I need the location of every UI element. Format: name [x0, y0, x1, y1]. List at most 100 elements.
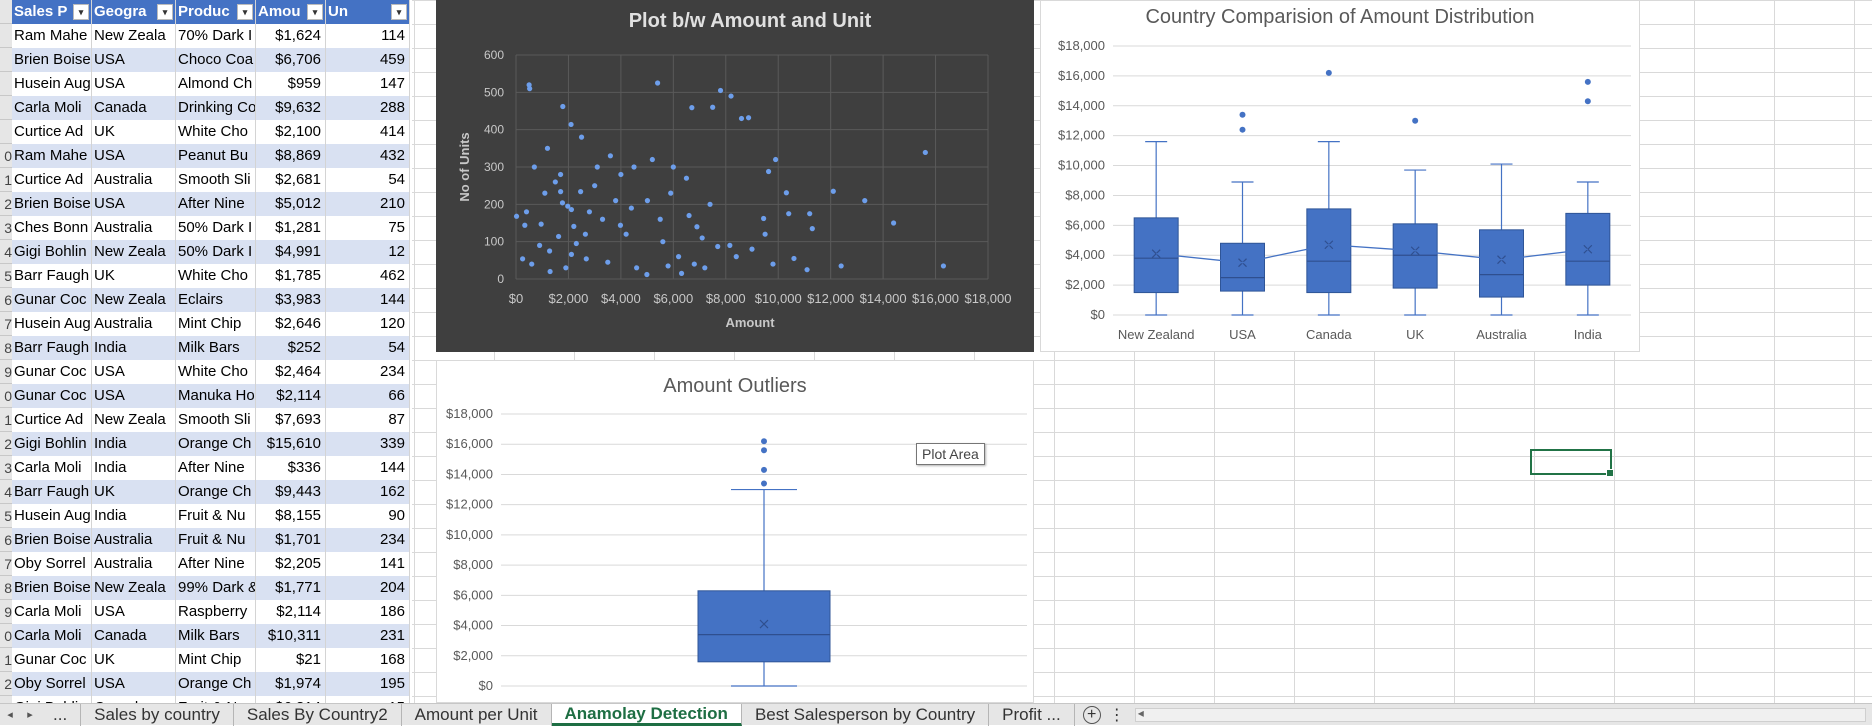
table-cell[interactable]: Fruit & Nu	[176, 696, 256, 703]
row-header[interactable]: 1	[0, 168, 12, 192]
table-cell[interactable]: $1,701	[256, 528, 326, 552]
table-cell[interactable]: White Cho	[176, 120, 256, 144]
scatter-chart[interactable]: Plot b/w Amount and Unit 0 100 200 300 400 50…	[436, 0, 1034, 352]
table-cell[interactable]: $1,974	[256, 672, 326, 696]
sheet-tab[interactable]: Profit ...	[989, 703, 1075, 726]
table-cell[interactable]: 114	[326, 24, 410, 48]
table-header-cell[interactable]: Geogra ▾	[92, 0, 176, 24]
table-cell[interactable]: 186	[326, 600, 410, 624]
table-header-cell[interactable]: Un ▾	[326, 0, 410, 24]
table-cell[interactable]: Smooth Sli	[176, 168, 256, 192]
table-cell[interactable]: 459	[326, 48, 410, 72]
table-cell[interactable]: Australia	[92, 168, 176, 192]
table-cell[interactable]: Barr Faugh	[12, 264, 92, 288]
table-cell[interactable]: India	[92, 432, 176, 456]
table-cell[interactable]: 432	[326, 144, 410, 168]
row-header[interactable]: 4	[0, 240, 12, 264]
row-header[interactable]: 0	[0, 624, 12, 648]
table-cell[interactable]: Orange Ch	[176, 432, 256, 456]
sheet-tab[interactable]: Best Salesperson by Country	[742, 703, 990, 726]
table-cell[interactable]: 210	[326, 192, 410, 216]
table-cell[interactable]: 90	[326, 504, 410, 528]
table-header-cell[interactable]: Sales P ▾	[12, 0, 92, 24]
table-cell[interactable]: Ram Mahe	[12, 144, 92, 168]
table-cell[interactable]: Canada	[92, 624, 176, 648]
amount-outliers-chart[interactable]: Amount Outliers $0 $2,000 $4,000 $6,000 $8,0…	[436, 360, 1034, 713]
sheet-tab[interactable]: Sales by country	[81, 703, 234, 726]
row-header[interactable]: 6	[0, 528, 12, 552]
row-header[interactable]: 3	[0, 456, 12, 480]
row-header[interactable]: 1	[0, 648, 12, 672]
tab-scroll-left-icon[interactable]: ◂	[0, 708, 20, 721]
table-cell[interactable]: $336	[256, 456, 326, 480]
table-cell[interactable]: Mint Chip	[176, 648, 256, 672]
table-cell[interactable]: $1,771	[256, 576, 326, 600]
table-cell[interactable]: 50% Dark I	[176, 216, 256, 240]
table-cell[interactable]: Fruit & Nu	[176, 528, 256, 552]
table-cell[interactable]: Orange Ch	[176, 480, 256, 504]
table-cell[interactable]: Gigi Bohlin	[12, 240, 92, 264]
table-cell[interactable]: 54	[326, 168, 410, 192]
table-cell[interactable]: Australia	[92, 528, 176, 552]
table-cell[interactable]: 414	[326, 120, 410, 144]
sheet-tab[interactable]: Sales By Country2	[234, 703, 402, 726]
table-cell[interactable]: 75	[326, 216, 410, 240]
row-header[interactable]: 5	[0, 264, 12, 288]
table-cell[interactable]: Almond Ch	[176, 72, 256, 96]
row-header[interactable]	[0, 48, 12, 72]
table-cell[interactable]: Milk Bars	[176, 624, 256, 648]
table-cell[interactable]: White Cho	[176, 360, 256, 384]
table-cell[interactable]: Drinking Co	[176, 96, 256, 120]
table-cell[interactable]: Brien Boise	[12, 48, 92, 72]
table-cell[interactable]: Ches Bonn	[12, 216, 92, 240]
table-cell[interactable]: 168	[326, 648, 410, 672]
table-cell[interactable]: Choco Coa	[176, 48, 256, 72]
row-header[interactable]	[0, 72, 12, 96]
table-cell[interactable]: 15	[326, 696, 410, 703]
table-cell[interactable]: USA	[92, 360, 176, 384]
table-cell[interactable]: $2,114	[256, 384, 326, 408]
table-cell[interactable]: USA	[92, 48, 176, 72]
table-cell[interactable]: Gunar Coc	[12, 288, 92, 312]
row-header[interactable]: 0	[0, 384, 12, 408]
table-cell[interactable]: New Zeala	[92, 576, 176, 600]
table-cell[interactable]: Ram Mahe	[12, 24, 92, 48]
table-cell[interactable]: Curtice Ad	[12, 168, 92, 192]
table-cell[interactable]: $9,443	[256, 480, 326, 504]
row-header[interactable]: 9	[0, 600, 12, 624]
table-cell[interactable]: 288	[326, 96, 410, 120]
filter-dropdown-icon[interactable]: ▾	[307, 4, 323, 20]
table-cell[interactable]: Barr Faugh	[12, 336, 92, 360]
table-cell[interactable]: Oby Sorrel	[12, 552, 92, 576]
table-cell[interactable]: 87	[326, 408, 410, 432]
row-header[interactable]: 2	[0, 192, 12, 216]
table-cell[interactable]: $8,155	[256, 504, 326, 528]
table-cell[interactable]: $2,114	[256, 600, 326, 624]
row-header[interactable]: 8	[0, 336, 12, 360]
horizontal-scrollbar[interactable]	[1134, 706, 1866, 722]
table-cell[interactable]: New Zeala	[92, 240, 176, 264]
row-header[interactable]	[0, 696, 12, 703]
sheet-tab[interactable]: Amount per Unit	[402, 703, 552, 726]
table-cell[interactable]: 231	[326, 624, 410, 648]
table-cell[interactable]: Carla Moli	[12, 624, 92, 648]
table-cell[interactable]: After Nine	[176, 456, 256, 480]
table-cell[interactable]: New Zeala	[92, 24, 176, 48]
tab-overflow-left[interactable]: ...	[40, 703, 82, 726]
row-header[interactable]: 7	[0, 312, 12, 336]
table-cell[interactable]: $5,012	[256, 192, 326, 216]
table-cell[interactable]: $252	[256, 336, 326, 360]
row-header[interactable]: 9	[0, 360, 12, 384]
table-cell[interactable]: 204	[326, 576, 410, 600]
table-header-cell[interactable]: Produc ▾	[176, 0, 256, 24]
table-cell[interactable]: $2,100	[256, 120, 326, 144]
row-header[interactable]: 2	[0, 432, 12, 456]
table-cell[interactable]: Husein Aug	[12, 504, 92, 528]
row-header[interactable]: 6	[0, 288, 12, 312]
table-cell[interactable]: $8,869	[256, 144, 326, 168]
row-header[interactable]: 4	[0, 480, 12, 504]
table-cell[interactable]: White Cho	[176, 264, 256, 288]
table-cell[interactable]: Carla Moli	[12, 600, 92, 624]
table-cell[interactable]: 234	[326, 528, 410, 552]
table-cell[interactable]: Australia	[92, 216, 176, 240]
